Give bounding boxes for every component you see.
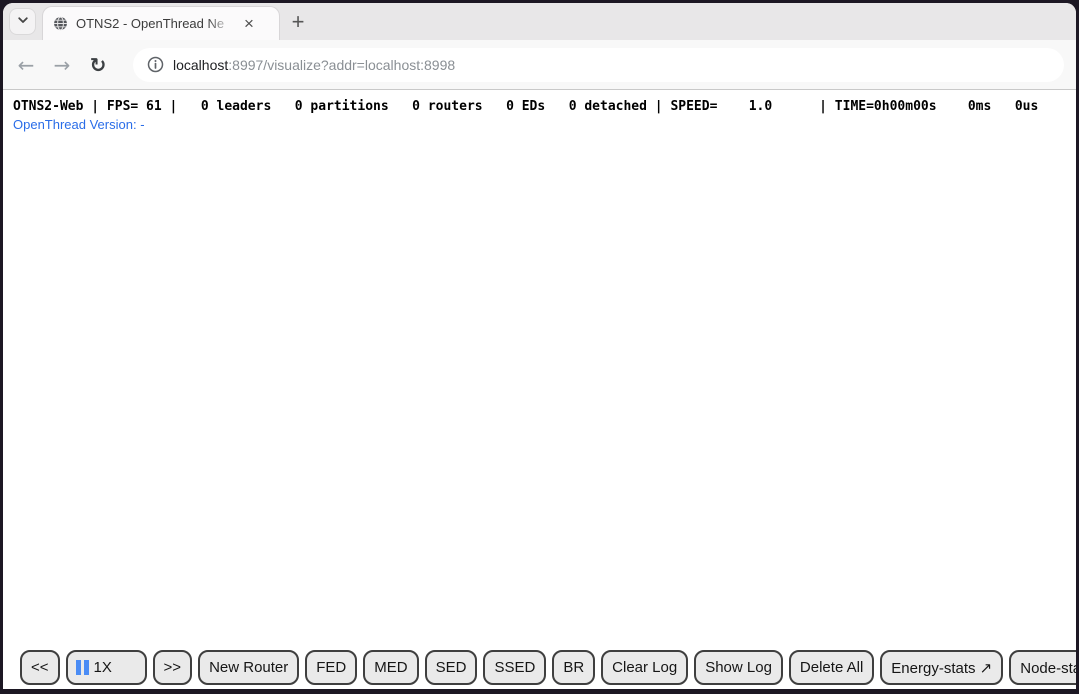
- reload-icon: ↻: [90, 53, 107, 77]
- url-path: :8997/visualize?addr=localhost:8998: [228, 57, 455, 73]
- med-label: MED: [374, 659, 407, 676]
- back-arrow-icon: ←: [18, 53, 35, 77]
- globe-favicon-icon: [53, 16, 68, 31]
- ssed-label: SSED: [494, 659, 535, 676]
- tab-title: OTNS2 - OpenThread Ne: [76, 16, 236, 31]
- fast-forward-label: >>: [164, 659, 182, 676]
- new-tab-button[interactable]: +: [284, 8, 312, 36]
- ssed-button[interactable]: SSED: [483, 650, 546, 685]
- close-icon: ×: [244, 14, 254, 33]
- forward-arrow-icon: →: [54, 53, 71, 77]
- tab-bar: OTNS2 - OpenThread Ne × +: [3, 3, 1076, 40]
- clear-log-label: Clear Log: [612, 659, 677, 676]
- page-content: OTNS2-Web | FPS= 61 | 0 leaders 0 partit…: [3, 90, 1076, 689]
- energy-stats-label: Energy-stats ↗: [891, 659, 992, 677]
- node-stats-label: Node-stats ↗: [1020, 659, 1076, 677]
- reload-button[interactable]: ↻: [85, 50, 111, 80]
- forward-button[interactable]: →: [49, 50, 75, 80]
- sed-button[interactable]: SED: [425, 650, 478, 685]
- rewind-speed-button[interactable]: <<: [20, 650, 60, 685]
- simulation-status-line: OTNS2-Web | FPS= 61 | 0 leaders 0 partit…: [13, 99, 1076, 115]
- browser-window: OTNS2 - OpenThread Ne × + ← → ↻ localhos…: [3, 3, 1076, 689]
- br-button[interactable]: BR: [552, 650, 595, 685]
- chevron-down-icon: [16, 13, 30, 30]
- sed-label: SED: [436, 659, 467, 676]
- fed-button[interactable]: FED: [305, 650, 357, 685]
- delete-all-label: Delete All: [800, 659, 863, 676]
- bottom-toolbar: << 1X >> New Router FED MED SED SSED BR …: [20, 650, 1076, 685]
- simulation-canvas[interactable]: [3, 130, 1076, 645]
- address-bar[interactable]: localhost:8997/visualize?addr=localhost:…: [133, 48, 1064, 82]
- browser-tab-active[interactable]: OTNS2 - OpenThread Ne ×: [42, 6, 280, 40]
- back-button[interactable]: ←: [13, 50, 39, 80]
- speed-label: 1X: [94, 659, 112, 676]
- new-router-label: New Router: [209, 659, 288, 676]
- url-text: localhost:8997/visualize?addr=localhost:…: [173, 57, 455, 73]
- show-log-label: Show Log: [705, 659, 772, 676]
- node-stats-button[interactable]: Node-stats ↗: [1009, 650, 1076, 685]
- energy-stats-button[interactable]: Energy-stats ↗: [880, 650, 1003, 685]
- site-info-icon[interactable]: [147, 56, 164, 73]
- fast-forward-speed-button[interactable]: >>: [153, 650, 193, 685]
- delete-all-button[interactable]: Delete All: [789, 650, 874, 685]
- plus-icon: +: [292, 9, 305, 34]
- br-label: BR: [563, 659, 584, 676]
- fed-label: FED: [316, 659, 346, 676]
- navigation-bar: ← → ↻ localhost:8997/visualize?addr=loca…: [3, 40, 1076, 90]
- clear-log-button[interactable]: Clear Log: [601, 650, 688, 685]
- new-router-button[interactable]: New Router: [198, 650, 299, 685]
- pause-icon: [76, 660, 89, 675]
- tab-close-button[interactable]: ×: [238, 13, 260, 35]
- tab-list-dropdown-button[interactable]: [10, 9, 35, 34]
- window-frame: OTNS2 - OpenThread Ne × + ← → ↻ localhos…: [0, 0, 1079, 694]
- rewind-label: <<: [31, 659, 49, 676]
- med-button[interactable]: MED: [363, 650, 418, 685]
- url-host: localhost: [173, 57, 228, 73]
- pause-speed-button[interactable]: 1X: [66, 650, 147, 685]
- show-log-button[interactable]: Show Log: [694, 650, 783, 685]
